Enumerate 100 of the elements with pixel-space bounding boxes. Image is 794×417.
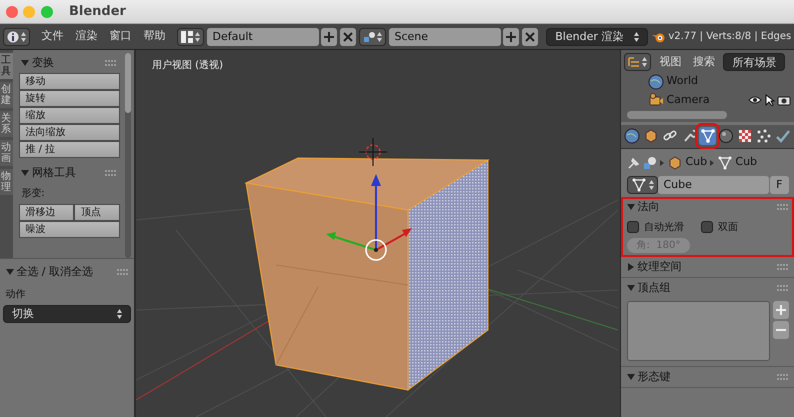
fake-user-button[interactable]: F	[770, 176, 788, 194]
close-button[interactable]	[340, 28, 356, 46]
tool-button[interactable]: 顶点	[74, 204, 120, 221]
side-tab[interactable]: 动画	[0, 140, 13, 166]
disclosure-triangle-icon[interactable]	[21, 58, 30, 67]
section-label: 形变:	[20, 186, 46, 201]
up-down-arrows-icon	[20, 30, 26, 42]
tool-button[interactable]: 推 / 拉	[18, 140, 120, 158]
camera-icon[interactable]	[777, 94, 792, 106]
menu-item[interactable]: 文件	[35, 28, 70, 45]
checkbox-label: 双面	[718, 220, 738, 235]
disclosure-triangle-icon[interactable]	[626, 373, 634, 381]
browse-button[interactable]	[176, 28, 204, 46]
pin-icon[interactable]	[626, 156, 640, 170]
properties-tab[interactable]	[699, 127, 716, 146]
list-icon	[628, 56, 640, 68]
render-engine-dropdown[interactable]: Blender 渲染	[546, 28, 648, 46]
panel-title: 全选 / 取消全选	[16, 264, 93, 280]
triangle-mesh-icon	[630, 177, 646, 194]
checkbox[interactable]	[626, 221, 638, 234]
camera-icon	[648, 92, 664, 108]
triangle-mesh-icon	[716, 154, 733, 170]
info-icon	[6, 30, 19, 42]
checkbox[interactable]	[700, 221, 712, 234]
grip-icon	[105, 170, 117, 176]
layout-icon	[180, 30, 193, 42]
grip-icon	[776, 264, 788, 270]
close-icon	[525, 32, 535, 42]
remove-button[interactable]	[772, 321, 788, 340]
up-down-arrows-icon	[376, 30, 382, 42]
chevron-icon	[710, 160, 714, 166]
properties-tab[interactable]	[624, 127, 640, 146]
properties-tab[interactable]	[642, 127, 659, 146]
properties-tab[interactable]	[756, 127, 772, 146]
scene-icon	[362, 30, 375, 42]
scene-field[interactable]: Scene	[388, 28, 500, 46]
disclosure-triangle-icon[interactable]	[626, 284, 634, 292]
layout-field[interactable]: Default	[206, 28, 318, 46]
side-tab[interactable]: 物理	[0, 168, 13, 195]
tool-button[interactable]: 移动	[18, 72, 120, 90]
breadcrumb-item: Cub	[686, 154, 708, 170]
tool-button[interactable]: 滑移边	[18, 204, 74, 221]
viewport-label: 用户视图 (透视)	[152, 58, 223, 73]
browse-button[interactable]	[626, 176, 658, 194]
grip-icon	[776, 374, 788, 380]
close-button[interactable]	[522, 28, 538, 46]
up-down-arrows-icon	[117, 308, 122, 320]
up-down-arrows-icon	[194, 30, 200, 42]
name-field[interactable]: Cube	[658, 176, 770, 194]
tool-button[interactable]: 缩放	[18, 106, 120, 124]
plus-icon	[776, 304, 786, 314]
field-label: 动作	[4, 288, 26, 302]
properties-tab[interactable]	[718, 127, 735, 146]
close-icon	[343, 32, 353, 42]
close-button[interactable]	[6, 6, 18, 18]
side-tab[interactable]: 工具	[0, 52, 13, 79]
tool-button[interactable]: 法向缩放	[18, 124, 120, 141]
add-button[interactable]	[772, 300, 788, 318]
disclosure-triangle-icon[interactable]	[626, 262, 634, 271]
disclosure-triangle-icon[interactable]	[6, 268, 14, 276]
menu-item[interactable]: 渲染	[69, 28, 104, 45]
editor-type-button[interactable]	[2, 28, 30, 46]
panel-title: 顶点组	[637, 280, 670, 296]
grip-icon	[776, 204, 788, 210]
menu-item[interactable]: 搜索	[690, 54, 718, 70]
side-tab[interactable]: 关系	[0, 110, 13, 137]
grip-icon	[105, 60, 117, 66]
add-button[interactable]	[503, 28, 520, 46]
grip-icon	[776, 284, 788, 291]
browse-button[interactable]	[358, 28, 386, 46]
side-tab[interactable]: 创建	[0, 82, 13, 108]
filter-dropdown[interactable]: 所有场景	[723, 52, 786, 71]
menu-item[interactable]: 视图	[656, 54, 684, 70]
checkbox-label: 自动光滑	[644, 220, 684, 235]
menu-item[interactable]: 帮助	[137, 28, 172, 45]
display-mode-button[interactable]	[624, 52, 651, 71]
scrollbar-thumb[interactable]	[125, 52, 132, 113]
action-dropdown[interactable]: 切换	[2, 305, 132, 323]
tool-button[interactable]: 旋转	[18, 90, 120, 107]
up-down-arrows-icon	[642, 56, 647, 68]
plus-icon	[324, 32, 334, 42]
chevron-icon	[660, 160, 664, 166]
panel-title: 形态键	[637, 368, 670, 385]
tool-button[interactable]: 噪波	[18, 220, 120, 238]
disclosure-triangle-icon[interactable]	[626, 203, 634, 211]
scrollbar-thumb[interactable]	[626, 111, 727, 119]
disclosure-triangle-icon[interactable]	[21, 169, 30, 178]
cube-icon	[666, 154, 683, 170]
eye-icon[interactable]	[748, 95, 762, 106]
pointer-icon[interactable]	[764, 94, 774, 106]
globe-icon	[648, 74, 664, 90]
scene-icon	[643, 156, 658, 170]
menu-item[interactable]: 窗口	[103, 28, 138, 45]
grip-icon	[116, 268, 128, 275]
stats-text: v2.77 | Verts:8/8 | Edges	[668, 30, 792, 44]
panel-title: 法向	[637, 198, 660, 215]
panel-title: 网格工具	[32, 165, 76, 181]
breadcrumb-item: Cub	[735, 154, 758, 170]
window-title: Blender	[69, 2, 126, 21]
add-button[interactable]	[321, 28, 338, 46]
